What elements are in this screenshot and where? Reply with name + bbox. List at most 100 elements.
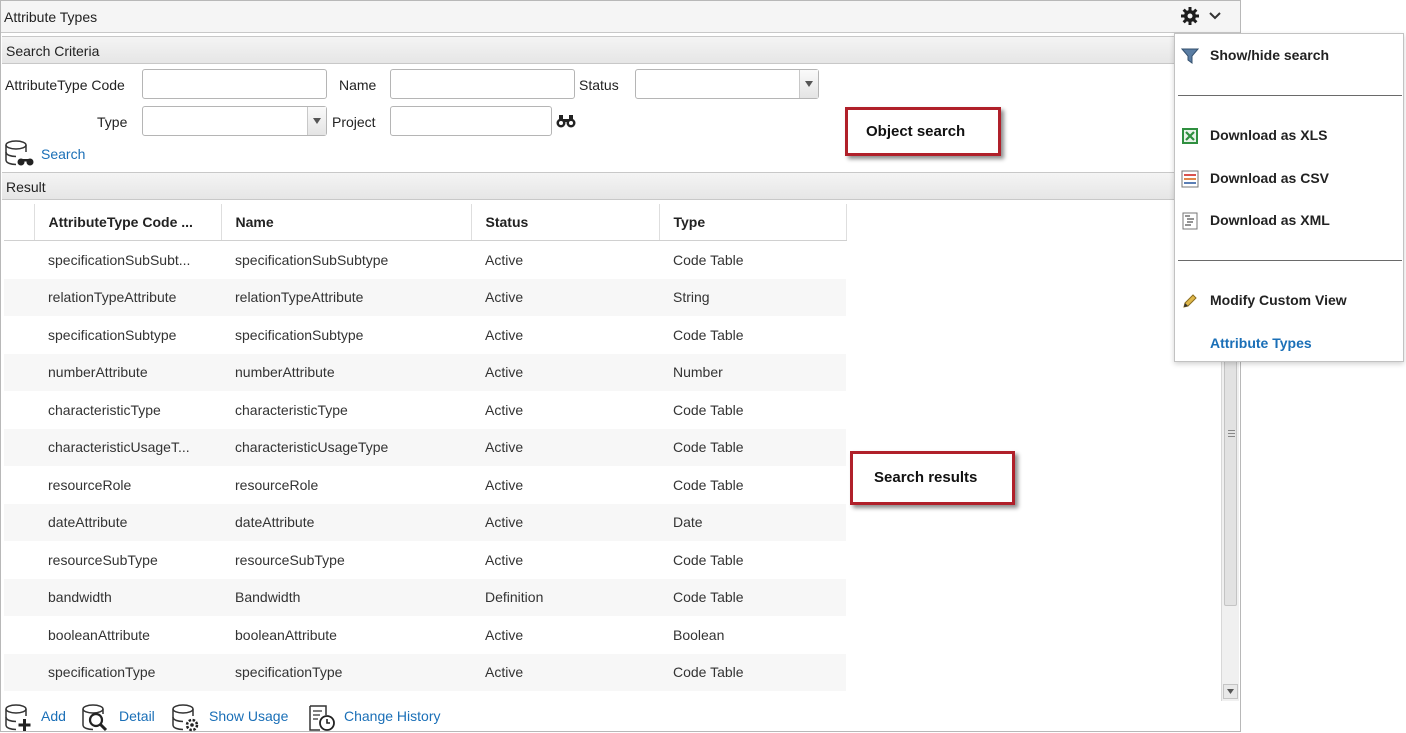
row-gutter: [4, 428, 34, 466]
panel-title: Attribute Types: [4, 9, 98, 25]
search-results-callout-text: Search results: [874, 469, 978, 486]
table-row[interactable]: specificationSubtype specificationSubtype…: [4, 316, 846, 354]
cell-name: Bandwidth: [221, 578, 471, 616]
cell-code: specificationSubSubt...: [48, 251, 191, 268]
table-row[interactable]: dateAttribute dateAttribute Active Date: [4, 503, 846, 541]
cell-type: Code Table: [659, 428, 846, 466]
row-gutter: [4, 316, 34, 354]
row-gutter: [4, 578, 34, 616]
attributetype-code-label: AttributeType Code: [5, 77, 125, 93]
cell-status: Active: [485, 251, 524, 268]
cell-status: Active: [471, 503, 659, 541]
cell-type: Number: [659, 353, 846, 391]
cell-code: specificationSubtype: [48, 326, 177, 343]
search-link[interactable]: Search: [41, 146, 85, 162]
search-database-icon[interactable]: [4, 140, 36, 168]
menu-separator: [1178, 260, 1402, 261]
result-scrollbar[interactable]: [1221, 356, 1239, 701]
panel-titlebar: Attribute Types: [1, 1, 1240, 33]
table-row[interactable]: characteristicType characteristicType Acti…: [4, 391, 846, 429]
table-row[interactable]: specificationType specificationType Active…: [4, 653, 846, 691]
cell-name: resourceRole: [235, 476, 319, 493]
excel-icon: [1182, 128, 1198, 144]
menu-item-download-xls[interactable]: Download as XLS: [1175, 121, 1403, 151]
cell-name: characteristicType: [235, 401, 348, 418]
cell-name: specificationType: [221, 653, 471, 691]
status-select[interactable]: [635, 69, 819, 99]
status-dropdown-arrow[interactable]: [799, 70, 818, 98]
column-header-code[interactable]: AttributeType Code ...: [34, 204, 222, 241]
attributetype-code-input[interactable]: [142, 69, 327, 99]
gear-icon[interactable]: [1180, 6, 1200, 26]
cell-status: Active: [485, 476, 524, 493]
scroll-down-button[interactable]: [1223, 684, 1238, 699]
cell-type: Code Table: [659, 653, 846, 691]
change-history-action[interactable]: Change History: [307, 703, 452, 733]
menu-item-show-hide-search[interactable]: Show/hide search: [1175, 41, 1403, 71]
cell-type: Code Table: [673, 476, 744, 493]
row-gutter: [4, 353, 34, 391]
search-criteria-header[interactable]: Search Criteria: [2, 36, 1240, 64]
cell-code: booleanAttribute: [48, 626, 150, 643]
project-label: Project: [332, 114, 376, 130]
search-results-callout: Search results: [850, 451, 1015, 505]
cell-code: bandwidth: [34, 578, 221, 616]
detail-action[interactable]: Detail: [81, 703, 161, 733]
table-row[interactable]: characteristicUsageT... characteristicUsa…: [4, 428, 846, 466]
cell-status: Active: [471, 353, 659, 391]
cell-code: relationTypeAttribute: [34, 278, 221, 316]
chevron-down-icon[interactable]: [1208, 9, 1222, 23]
table-row[interactable]: specificationSubSubt... specificationSubS…: [4, 241, 846, 279]
name-label: Name: [339, 77, 377, 93]
scroll-down-icon: [1227, 689, 1234, 694]
detail-database-icon: [82, 704, 108, 732]
add-action[interactable]: Add: [4, 703, 74, 733]
project-input[interactable]: [390, 106, 552, 136]
row-gutter: [4, 616, 34, 654]
menu-item-label: Download as XLS: [1210, 127, 1328, 143]
type-select[interactable]: [142, 106, 327, 136]
cell-status: Active: [471, 428, 659, 466]
cell-name: specificationSubtype: [235, 326, 364, 343]
show-usage-action[interactable]: Show Usage: [171, 703, 296, 733]
table-row[interactable]: booleanAttribute booleanAttribute Active Bo…: [4, 616, 846, 654]
cell-name: specificationSubSubtype: [235, 251, 389, 268]
column-header-status[interactable]: Status: [471, 204, 660, 241]
cell-name: dateAttribute: [221, 503, 471, 541]
cell-status: Active: [485, 401, 524, 418]
result-header[interactable]: Result: [2, 172, 1240, 200]
menu-item-label: Modify Custom View: [1210, 292, 1347, 308]
attribute-types-panel: Attribute Types Search Criteria Attribut…: [0, 0, 1241, 732]
column-header-name[interactable]: Name: [221, 204, 472, 241]
table-row[interactable]: relationTypeAttribute relationTypeAttribu…: [4, 278, 846, 316]
menu-item-label: Show/hide search: [1210, 47, 1330, 63]
show-usage-icon: [172, 704, 199, 732]
dropdown-arrow-icon: [313, 118, 321, 124]
detail-link[interactable]: Detail: [119, 708, 155, 724]
menu-item-attribute-types[interactable]: Attribute Types: [1175, 329, 1403, 359]
change-history-link[interactable]: Change History: [344, 708, 441, 724]
table-row[interactable]: resourceRole resourceRole Active Code Table: [4, 466, 846, 504]
cell-type: Boolean: [673, 626, 725, 643]
cell-code: characteristicUsageT...: [34, 428, 221, 466]
name-input[interactable]: [390, 69, 575, 99]
table-row[interactable]: numberAttribute numberAttribute Active Numb…: [4, 353, 846, 391]
scrollbar-thumb[interactable]: [1224, 356, 1237, 606]
cell-status: Definition: [471, 578, 659, 616]
object-search-callout-text: Object search: [866, 123, 966, 140]
menu-item-download-csv[interactable]: Download as CSV: [1175, 164, 1403, 194]
menu-item-download-xml[interactable]: Download as XML: [1175, 206, 1403, 236]
cell-type: Date: [659, 503, 846, 541]
column-header-type[interactable]: Type: [659, 204, 847, 241]
menu-item-modify-custom-view[interactable]: Modify Custom View: [1175, 286, 1403, 316]
cell-code: specificationType: [34, 653, 221, 691]
cell-code: resourceRole: [48, 476, 132, 493]
table-row[interactable]: resourceSubType resourceSubType Active Code…: [4, 541, 846, 579]
show-usage-link[interactable]: Show Usage: [209, 708, 288, 724]
cell-code: characteristicType: [48, 401, 161, 418]
add-link[interactable]: Add: [41, 708, 66, 724]
binoculars-icon[interactable]: [556, 114, 576, 128]
type-dropdown-arrow[interactable]: [307, 107, 326, 135]
table-row[interactable]: bandwidth Bandwidth Definition Code Table: [4, 578, 846, 616]
xml-icon: [1182, 212, 1198, 230]
